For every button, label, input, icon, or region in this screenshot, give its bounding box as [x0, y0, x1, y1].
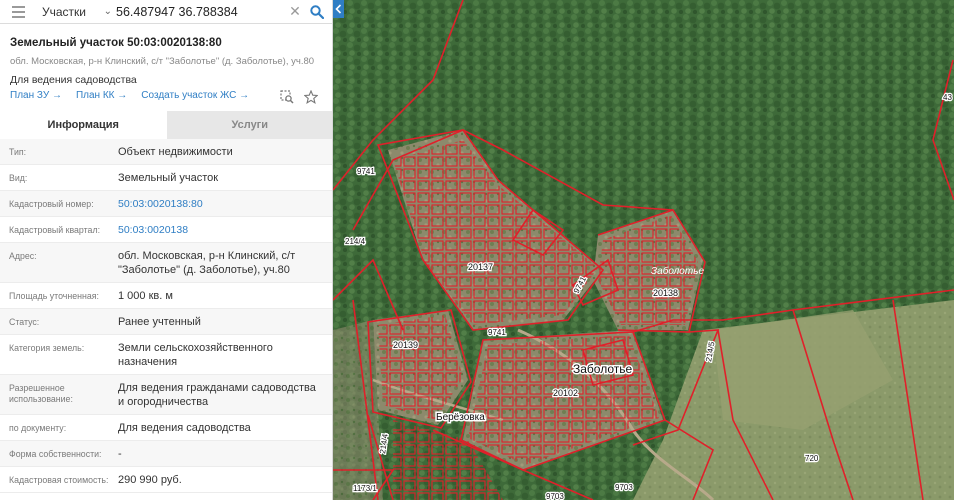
info-value: Для ведения садоводства — [118, 422, 251, 434]
label-20102: 20102 — [553, 388, 578, 398]
info-key: Площадь уточненная: — [9, 291, 99, 301]
label-20138: 20138 — [653, 288, 678, 298]
info-row-land-category: Категория земель: Земли сельскохозяйстве… — [0, 335, 332, 375]
label-1173: 1173/1 — [353, 484, 377, 493]
cadastral-map-app: Участки ⌄ ✕ Земельный участок 50:03:0020… — [0, 0, 954, 500]
search-input[interactable] — [116, 0, 285, 24]
info-key: Кадастровая стоимость: — [9, 475, 109, 485]
create-parcel-link[interactable]: Создать участок ЖС → — [141, 90, 249, 101]
star-icon[interactable] — [303, 89, 319, 104]
search-bar: Участки ⌄ ✕ — [0, 0, 332, 24]
parcel-links: План ЗУ → План КК → Создать участок ЖС → — [10, 90, 249, 101]
info-key: Категория земель: — [9, 343, 85, 353]
info-value: Земли сельскохозяйственного назначения — [118, 342, 273, 368]
chevron-down-icon: ⌄ — [103, 6, 112, 17]
info-row-by-document: по документу: Для ведения садоводства — [0, 415, 332, 441]
search-button[interactable] — [305, 0, 329, 24]
info-panel: Участки ⌄ ✕ Земельный участок 50:03:0020… — [0, 0, 333, 500]
layer-select[interactable]: Участки ⌄ — [36, 0, 116, 24]
parcel-purpose: Для ведения садоводства — [10, 74, 137, 86]
info-key: Вид: — [9, 173, 28, 183]
collapse-panel-button[interactable] — [333, 0, 344, 18]
map-canvas[interactable]: 20137 20138 20139 20102 Заболотье Заболо… — [333, 0, 954, 500]
info-row-ownership: Форма собственности: - — [0, 441, 332, 467]
info-row-cadastral-value: Кадастровая стоимость: 290 990 руб. — [0, 467, 332, 493]
info-key: Кадастровый квартал: — [9, 225, 101, 235]
info-key: по документу: — [9, 423, 67, 433]
info-value: обл. Московская, р-н Клинский, с/т "Забо… — [118, 250, 296, 276]
label-9741-b: 9741 — [488, 328, 506, 337]
zoom-to-parcel-icon[interactable] — [280, 90, 294, 104]
search-icon — [310, 4, 324, 19]
info-key: Адрес: — [9, 251, 37, 261]
label-zabolotye: Заболотье — [573, 362, 633, 376]
label-43: 43 — [943, 93, 952, 102]
info-row-address: Адрес: обл. Московская, р-н Клинский, с/… — [0, 243, 332, 283]
label-2144-a: 214/4 — [345, 237, 366, 246]
cadastral-number-link[interactable]: 50:03:0020138:80 — [118, 197, 332, 211]
info-row-area: Площадь уточненная: 1 000 кв. м — [0, 283, 332, 309]
info-row-kind: Вид: Земельный участок — [0, 165, 332, 191]
info-value: Земельный участок — [118, 172, 219, 184]
parcel-address: обл. Московская, р-н Клинский, с/т "Забо… — [10, 56, 315, 67]
info-key: Статус: — [9, 317, 40, 327]
tab-bar: Информация Услуги — [0, 111, 332, 139]
cadastral-quarter-link[interactable]: 50:03:0020138 — [118, 223, 332, 237]
info-value: 290 990 руб. — [118, 474, 182, 486]
info-row-type: Тип: Объект недвижимости — [0, 139, 332, 165]
chevron-left-icon — [335, 4, 342, 14]
label-berezovka: Берёзовка — [436, 412, 485, 423]
label-9703-a: 9703 — [546, 492, 564, 500]
clear-icon[interactable]: ✕ — [285, 0, 305, 24]
info-row-cadastral-number: Кадастровый номер: 50:03:0020138:80 — [0, 191, 332, 217]
info-row-permitted-use: Разрешенное использование: Для ведения г… — [0, 375, 332, 415]
label-720: 720 — [805, 454, 819, 463]
info-value: Ранее учтенный — [118, 316, 201, 328]
label-zabolotye-small: Заболотье — [651, 265, 704, 277]
label-9741-a: 9741 — [357, 167, 375, 176]
menu-icon[interactable] — [0, 0, 36, 24]
label-9703-b: 9703 — [615, 483, 633, 492]
satellite-map[interactable]: 20137 20138 20139 20102 Заболотье Заболо… — [333, 0, 954, 500]
tab-services[interactable]: Услуги — [166, 111, 332, 139]
info-row-cadastral-quarter: Кадастровый квартал: 50:03:0020138 — [0, 217, 332, 243]
info-value: Объект недвижимости — [118, 146, 233, 158]
info-key: Тип: — [9, 147, 27, 157]
info-table: Тип: Объект недвижимости Вид: Земельный … — [0, 139, 332, 493]
parcel-header: Земельный участок 50:03:0020138:80 обл. … — [10, 36, 326, 87]
info-row-status: Статус: Ранее учтенный — [0, 309, 332, 335]
layer-select-value: Участки — [42, 4, 86, 19]
label-20139: 20139 — [393, 340, 418, 350]
info-value: - — [118, 448, 122, 460]
label-20137: 20137 — [468, 262, 493, 272]
tab-info[interactable]: Информация — [0, 111, 167, 139]
info-value: 1 000 кв. м — [118, 290, 173, 302]
info-value: Для ведения гражданами садоводства и ого… — [118, 382, 316, 408]
parcel-title: Земельный участок 50:03:0020138:80 — [10, 37, 222, 49]
header-actions — [280, 89, 319, 104]
plan-kk-link[interactable]: План КК → — [76, 90, 127, 101]
info-key: Разрешенное использование: — [9, 383, 73, 404]
plan-zu-link[interactable]: План ЗУ → — [10, 90, 62, 101]
info-key: Форма собственности: — [9, 449, 102, 459]
info-key: Кадастровый номер: — [9, 199, 94, 209]
